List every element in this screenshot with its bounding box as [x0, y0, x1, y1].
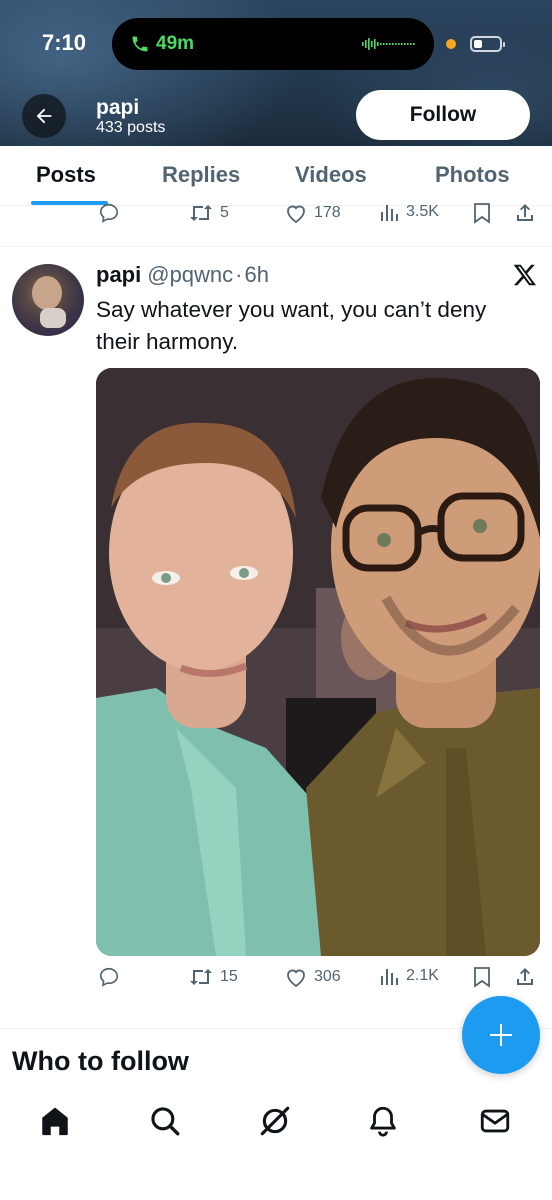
- retweet-count: 15: [220, 968, 238, 985]
- tweet-divider: [0, 246, 552, 247]
- status-time: 7:10: [42, 30, 87, 55]
- profile-tabs: Posts Replies Videos Photos: [0, 146, 552, 206]
- views-button[interactable]: 3.5K: [380, 202, 439, 222]
- tweet-time: 6h: [244, 262, 269, 287]
- compose-post-button[interactable]: [462, 996, 540, 1074]
- like-count: 178: [314, 204, 341, 221]
- share-icon: [517, 204, 533, 221]
- share-button[interactable]: [514, 966, 536, 988]
- bookmark-button[interactable]: [472, 202, 492, 224]
- bookmark-icon: [474, 203, 490, 224]
- who-to-follow-heading: Who to follow: [12, 1046, 189, 1076]
- follow-button[interactable]: Follow: [356, 90, 530, 140]
- profile-header-banner: 7:10 49m papi 433 posts Follow: [0, 0, 552, 146]
- grok-icon[interactable]: [258, 1104, 292, 1138]
- view-count: 3.5K: [406, 203, 439, 220]
- dynamic-island-call[interactable]: 49m: [112, 18, 434, 70]
- search-icon[interactable]: [148, 1104, 182, 1138]
- share-button[interactable]: [514, 202, 536, 224]
- retweet-button[interactable]: 15: [188, 966, 238, 988]
- heart-icon: [287, 205, 305, 224]
- like-count: 306: [314, 968, 341, 985]
- bottom-navigation: [0, 1090, 552, 1200]
- back-button[interactable]: [22, 94, 66, 138]
- retweet-icon: [190, 969, 212, 985]
- separator-dot: ·: [235, 262, 243, 287]
- reply-button[interactable]: [98, 966, 126, 988]
- reply-icon: [99, 203, 119, 223]
- call-duration: 49m: [156, 33, 195, 54]
- post-count: 433 posts: [96, 119, 166, 136]
- heart-icon: [287, 969, 305, 988]
- previous-tweet-actions: 5 178 3.5K: [0, 202, 552, 232]
- retweet-icon: [190, 205, 212, 221]
- photo-two-men-icon: [96, 368, 540, 956]
- tweet-photo[interactable]: [96, 368, 540, 956]
- share-icon: [517, 968, 533, 985]
- tweet-text: Say whatever you want, you can’t deny th…: [96, 297, 487, 354]
- plus-icon: [490, 1024, 512, 1046]
- phone-icon: [132, 36, 148, 52]
- views-chart-icon: [381, 205, 398, 221]
- status-indicators: [446, 36, 505, 52]
- home-icon[interactable]: [38, 1104, 72, 1138]
- reply-icon: [99, 967, 119, 987]
- tweet-header: papi @pqwnc · 6h: [96, 262, 269, 288]
- x-logo-icon: [513, 264, 537, 286]
- profile-name: papi: [96, 96, 140, 119]
- bookmark-icon: [474, 967, 490, 988]
- bookmark-button[interactable]: [472, 966, 492, 988]
- tab-videos[interactable]: Videos: [295, 162, 367, 188]
- privacy-indicator-dot: [446, 39, 456, 49]
- audio-waveform-icon: [362, 38, 415, 50]
- reply-button[interactable]: [98, 202, 126, 224]
- views-chart-icon: [381, 969, 398, 985]
- author-avatar[interactable]: [12, 264, 84, 336]
- like-button[interactable]: 306: [284, 966, 341, 988]
- retweet-button[interactable]: 5: [188, 202, 229, 224]
- tab-photos[interactable]: Photos: [435, 162, 510, 188]
- mail-icon[interactable]: [478, 1104, 512, 1138]
- retweet-count: 5: [220, 204, 229, 221]
- like-button[interactable]: 178: [284, 202, 341, 224]
- arrow-left-icon: [36, 108, 52, 124]
- view-count: 2.1K: [406, 967, 439, 984]
- tab-replies[interactable]: Replies: [162, 162, 240, 188]
- author-name[interactable]: papi: [96, 262, 141, 288]
- call-indicator: 49m: [130, 33, 194, 55]
- battery-icon: [470, 36, 505, 52]
- views-button[interactable]: 2.1K: [380, 966, 439, 986]
- tweet-actions: 15 306 2.1K: [0, 966, 552, 996]
- author-handle[interactable]: @pqwnc: [147, 262, 233, 288]
- bell-icon[interactable]: [366, 1104, 400, 1138]
- tab-posts[interactable]: Posts: [36, 162, 96, 188]
